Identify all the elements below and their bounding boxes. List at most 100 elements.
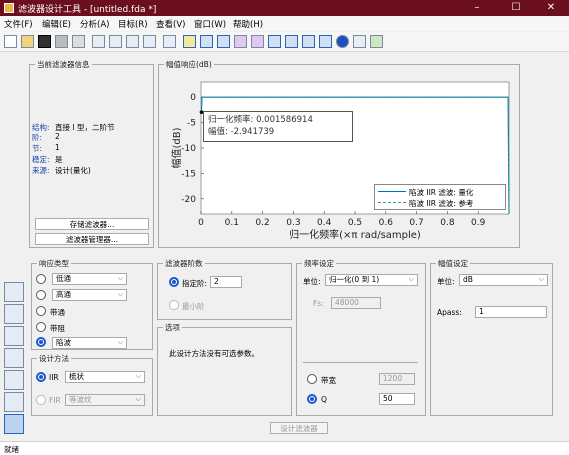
- new-icon[interactable]: [4, 35, 17, 48]
- q-input[interactable]: 50: [379, 393, 415, 405]
- highpass-label: 高通: [56, 290, 71, 299]
- chevron-down-icon: ⌵: [538, 275, 544, 283]
- zoom-x-icon[interactable]: [109, 35, 122, 48]
- maximize-button[interactable]: ☐: [498, 0, 534, 16]
- info-sections-key: 节:: [32, 144, 43, 153]
- radio-minimum-order[interactable]: [169, 300, 179, 310]
- phase-delay-icon[interactable]: [251, 35, 264, 48]
- x-tick-label: 0.5: [348, 218, 362, 228]
- chevron-down-icon: ⌵: [117, 338, 123, 346]
- filter-manager-button[interactable]: 滤波器管理器...: [35, 233, 149, 245]
- radio-highpass[interactable]: [36, 290, 46, 300]
- minimize-button[interactable]: –: [459, 0, 495, 16]
- close-button[interactable]: ✕: [533, 0, 569, 16]
- zoom-in-icon[interactable]: [92, 35, 105, 48]
- design-filter-button[interactable]: 设计滤波器: [270, 422, 328, 434]
- chevron-down-icon: ⌵: [135, 372, 141, 380]
- specs-icon[interactable]: [163, 35, 176, 48]
- full-view-icon[interactable]: [143, 35, 156, 48]
- magnitude-response-icon[interactable]: [183, 35, 196, 48]
- coefficients-icon[interactable]: [319, 35, 332, 48]
- mag-units-select[interactable]: dB ⌵: [459, 274, 548, 286]
- radio-lowpass[interactable]: [36, 274, 46, 284]
- fir-method-select[interactable]: 等波纹 ⌵: [65, 394, 145, 406]
- magnitude-phase-icon[interactable]: [217, 35, 230, 48]
- radio-specify-order[interactable]: [169, 277, 179, 287]
- magnitude-response-chart[interactable]: 0 0.1 0.2 0.3 0.4 0.5 0.6 0.7 0.8 0.9 0 -5 -10 -15 -20…: [159, 70, 519, 247]
- legend-icon[interactable]: [370, 35, 383, 48]
- transform-filter-icon[interactable]: [4, 304, 24, 324]
- lowpass-label: 低通: [56, 274, 71, 283]
- info-order-value: 2: [55, 132, 60, 141]
- step-response-icon[interactable]: [285, 35, 298, 48]
- highpass-select[interactable]: 高通 ⌵: [52, 289, 127, 301]
- radio-bandstop[interactable]: [36, 322, 46, 332]
- pole-zero-icon[interactable]: [302, 35, 315, 48]
- legend-line-reference: [378, 202, 406, 203]
- options-text: 此设计方法没有可选参数。: [169, 349, 259, 358]
- bandpass-label: 带通: [50, 308, 65, 317]
- multirate-icon[interactable]: [4, 392, 24, 412]
- radio-notch[interactable]: [36, 337, 46, 347]
- menu-help[interactable]: 帮助(H): [233, 18, 263, 30]
- iir-method-select[interactable]: 梳状 ⌵: [65, 371, 145, 383]
- x-axis-label: 归一化频率(×π rad/sample): [289, 228, 421, 241]
- menu-window[interactable]: 窗口(W): [194, 18, 226, 30]
- store-filter-button[interactable]: 存储滤波器...: [35, 218, 149, 230]
- bandwidth-input[interactable]: 1200: [379, 373, 415, 385]
- print-preview-icon[interactable]: [72, 35, 85, 48]
- info-icon[interactable]: [336, 35, 349, 48]
- filter-order-title: 滤波器阶数: [163, 258, 205, 269]
- x-tick-label: 0.3: [286, 218, 300, 228]
- pole-zero-editor-icon[interactable]: [4, 282, 24, 302]
- magnitude-spec-panel: 幅值设定 单位: dB ⌵ Apass: 1: [430, 258, 553, 416]
- menu-file[interactable]: 文件(F): [4, 18, 33, 30]
- filter-info-panel: 当前滤波器信息 结构: 直接 I 型，二阶节 阶: 2 节: 1 稳定: 是 来…: [29, 59, 154, 248]
- legend-quantized: 陷波 IIR 滤波: 量化: [409, 188, 474, 197]
- notch-select[interactable]: 陷波 ⌵: [52, 337, 127, 349]
- options-title: 选项: [163, 322, 182, 333]
- data-tip[interactable]: 归一化频率: 0.001586914 幅值: -2.941739: [203, 111, 353, 142]
- phase-response-icon[interactable]: [200, 35, 213, 48]
- apass-input[interactable]: 1: [475, 306, 547, 318]
- x-tick-label: 0.7: [409, 218, 423, 228]
- radio-iir[interactable]: [36, 372, 46, 382]
- print-icon[interactable]: [55, 35, 68, 48]
- menu-bar: 文件(F) 编辑(E) 分析(A) 目标(R) 查看(V) 窗口(W) 帮助(H…: [0, 16, 569, 31]
- x-tick-label: 0.1: [225, 218, 239, 228]
- import-filter-icon[interactable]: [4, 370, 24, 390]
- order-input[interactable]: 2: [210, 276, 242, 288]
- fs-input[interactable]: 48000: [331, 297, 381, 309]
- open-icon[interactable]: [21, 35, 34, 48]
- chart-legend[interactable]: 陷波 IIR 滤波: 量化 陷波 IIR 滤波: 参考: [374, 184, 506, 210]
- group-delay-icon[interactable]: [234, 35, 247, 48]
- menu-analysis[interactable]: 分析(A): [80, 18, 109, 30]
- frequency-spec-title: 频率设定: [302, 258, 336, 269]
- zoom-y-icon[interactable]: [126, 35, 139, 48]
- menu-edit[interactable]: 编辑(E): [42, 18, 71, 30]
- radio-fir[interactable]: [36, 395, 46, 405]
- design-filter-icon[interactable]: [4, 414, 24, 434]
- realize-model-icon[interactable]: [4, 348, 24, 368]
- lowpass-select[interactable]: 低通 ⌵: [52, 273, 127, 285]
- y-tick-label: -15: [181, 169, 196, 179]
- menu-view[interactable]: 查看(V): [156, 18, 185, 30]
- radio-bandpass[interactable]: [36, 306, 46, 316]
- cost-icon[interactable]: [353, 35, 366, 48]
- radio-q[interactable]: [307, 394, 317, 404]
- menu-targets[interactable]: 目标(R): [118, 18, 148, 30]
- quantization-icon[interactable]: [4, 326, 24, 346]
- side-toolbar: [0, 254, 28, 440]
- freq-units-select[interactable]: 归一化(0 到 1) ⌵: [325, 274, 418, 286]
- apass-label: Apass:: [437, 308, 462, 317]
- mag-units-label: 单位:: [437, 277, 455, 286]
- save-icon[interactable]: [38, 35, 51, 48]
- x-tick-label: 0.6: [379, 218, 394, 228]
- x-tick-label: 0.4: [317, 218, 332, 228]
- chevron-down-icon: ⌵: [117, 290, 123, 298]
- legend-reference: 陷波 IIR 滤波: 参考: [409, 199, 474, 208]
- impulse-response-icon[interactable]: [268, 35, 281, 48]
- data-tip-magnitude: 幅值: -2.941739: [208, 127, 275, 137]
- radio-bandwidth[interactable]: [307, 374, 317, 384]
- status-bar: 就绪: [0, 441, 569, 455]
